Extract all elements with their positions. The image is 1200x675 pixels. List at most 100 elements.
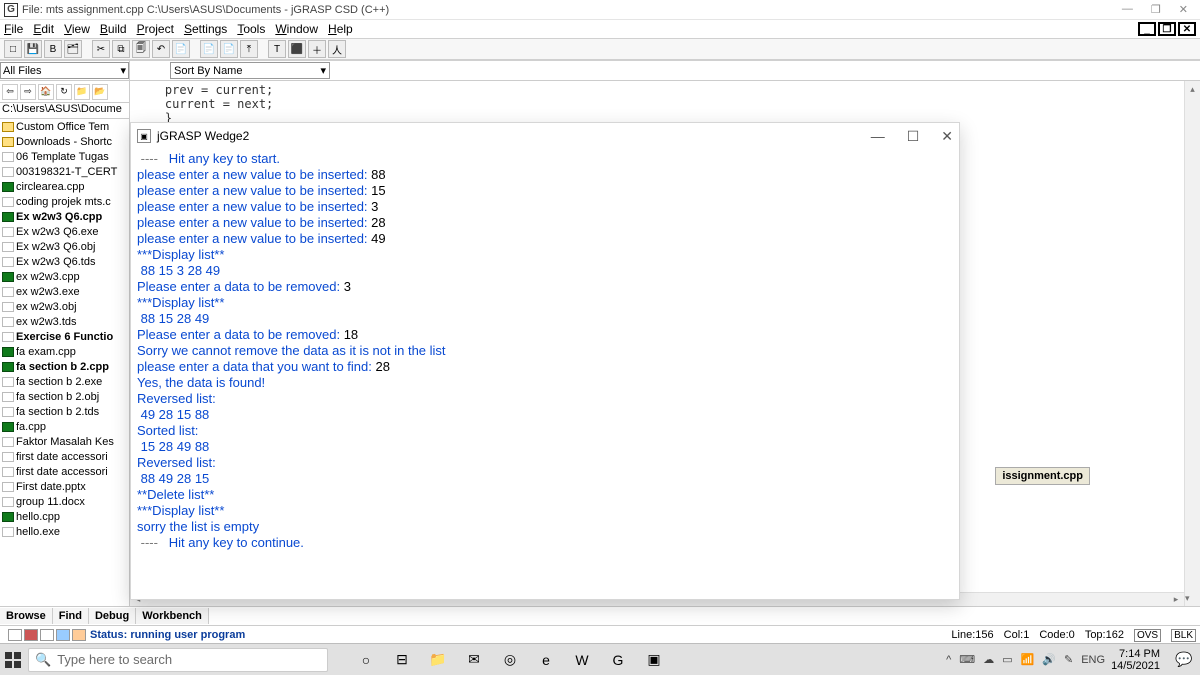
browse-nav-0[interactable]: ⇦ bbox=[2, 84, 18, 100]
menu-edit[interactable]: Edit bbox=[33, 22, 54, 36]
tree-item[interactable]: fa.cpp bbox=[0, 419, 129, 434]
tree-item[interactable]: fa section b 2.cpp bbox=[0, 359, 129, 374]
tree-item[interactable]: fa exam.cpp bbox=[0, 344, 129, 359]
tree-item[interactable]: fa section b 2.exe bbox=[0, 374, 129, 389]
browse-nav-4[interactable]: 📁 bbox=[74, 84, 90, 100]
editor-vscroll[interactable]: ▴▾ bbox=[1184, 81, 1200, 606]
file-tab[interactable]: issignment.cpp bbox=[995, 467, 1090, 485]
tree-item[interactable]: hello.exe bbox=[0, 524, 129, 539]
toolbar-button-15[interactable]: 人 bbox=[328, 40, 346, 58]
tree-item[interactable]: Exercise 6 Functio bbox=[0, 329, 129, 344]
tree-item[interactable]: group 11.docx bbox=[0, 494, 129, 509]
taskbar-app-7[interactable]: G bbox=[606, 648, 630, 672]
toolbar-button-0[interactable]: □ bbox=[4, 40, 22, 58]
minimize-button[interactable]: — bbox=[1122, 3, 1133, 16]
taskbar-app-0[interactable]: ○ bbox=[354, 648, 378, 672]
tree-item[interactable]: fa section b 2.obj bbox=[0, 389, 129, 404]
wedge-minimize[interactable]: — bbox=[871, 128, 885, 145]
sort-combo[interactable]: Sort By Name▾ bbox=[170, 62, 330, 79]
menu-project[interactable]: Project bbox=[137, 22, 174, 36]
file-tree[interactable]: Custom Office TemDownloads - Shortc06 Te… bbox=[0, 119, 129, 606]
tab-workbench[interactable]: Workbench bbox=[136, 608, 209, 624]
tree-item[interactable]: ex w2w3.cpp bbox=[0, 269, 129, 284]
tree-item[interactable]: Ex w2w3 Q6.cpp bbox=[0, 209, 129, 224]
taskbar-search[interactable]: 🔍 Type here to search bbox=[28, 648, 328, 672]
current-path[interactable]: C:\Users\ASUS\Docume bbox=[0, 103, 129, 119]
files-filter-combo[interactable]: All Files▾ bbox=[0, 62, 129, 79]
tree-item[interactable]: 06 Template Tugas bbox=[0, 149, 129, 164]
tray-icon-1[interactable]: ⌨ bbox=[959, 653, 975, 666]
wedge-maximize[interactable]: ☐ bbox=[907, 128, 920, 145]
mdi-minimize[interactable]: _ bbox=[1138, 22, 1156, 36]
close-button[interactable]: ✕ bbox=[1179, 3, 1188, 16]
system-tray[interactable]: ^ ⌨ ☁ ▭ 📶 🔊 ✎ ENG bbox=[946, 653, 1105, 666]
maximize-button[interactable]: ❐ bbox=[1151, 3, 1161, 16]
toolbar-button-6[interactable]: 🗐 bbox=[132, 40, 150, 58]
tray-icon-2[interactable]: ☁ bbox=[983, 653, 994, 666]
browse-nav-1[interactable]: ⇨ bbox=[20, 84, 36, 100]
menu-file[interactable]: FFileile bbox=[4, 22, 23, 36]
tray-icon-6[interactable]: ✎ bbox=[1064, 653, 1073, 666]
notifications-icon[interactable]: 💬 bbox=[1172, 648, 1196, 672]
taskbar-app-5[interactable]: e bbox=[534, 648, 558, 672]
toolbar-button-12[interactable]: T bbox=[268, 40, 286, 58]
tree-item[interactable]: ex w2w3.tds bbox=[0, 314, 129, 329]
taskbar-app-4[interactable]: ◎ bbox=[498, 648, 522, 672]
tree-item[interactable]: First date.pptx bbox=[0, 479, 129, 494]
tree-item[interactable]: Downloads - Shortc bbox=[0, 134, 129, 149]
tray-icon-3[interactable]: ▭ bbox=[1002, 653, 1012, 666]
tab-browse[interactable]: Browse bbox=[0, 608, 53, 624]
toolbar-button-3[interactable]: 🗂 bbox=[64, 40, 82, 58]
taskbar-app-3[interactable]: ✉ bbox=[462, 648, 486, 672]
tray-icon-7[interactable]: ENG bbox=[1081, 654, 1105, 666]
tree-item[interactable]: first date accessori bbox=[0, 449, 129, 464]
tree-item[interactable]: circlearea.cpp bbox=[0, 179, 129, 194]
toolbar-button-13[interactable]: ⬛ bbox=[288, 40, 306, 58]
wedge-output[interactable]: ---- Hit any key to start.please enter a… bbox=[131, 149, 959, 599]
toolbar-button-11[interactable]: ⤒ bbox=[240, 40, 258, 58]
tree-item[interactable]: Custom Office Tem bbox=[0, 119, 129, 134]
tree-item[interactable]: coding projek mts.c bbox=[0, 194, 129, 209]
taskbar-app-6[interactable]: W bbox=[570, 648, 594, 672]
toolbar-button-5[interactable]: ⧉ bbox=[112, 40, 130, 58]
toolbar-button-1[interactable]: 💾 bbox=[24, 40, 42, 58]
wedge-window[interactable]: ▣ jGRASP Wedge2 — ☐ ✕ ---- Hit any key t… bbox=[130, 122, 960, 600]
mdi-close[interactable]: ✕ bbox=[1178, 22, 1196, 36]
code-editor[interactable]: prev = current; current = next; } bbox=[130, 81, 1200, 127]
menu-window[interactable]: Window bbox=[275, 22, 318, 36]
tree-item[interactable]: fa section b 2.tds bbox=[0, 404, 129, 419]
taskbar-app-2[interactable]: 📁 bbox=[426, 648, 450, 672]
browse-nav-3[interactable]: ↻ bbox=[56, 84, 72, 100]
tab-debug[interactable]: Debug bbox=[89, 608, 136, 624]
tree-item[interactable]: hello.cpp bbox=[0, 509, 129, 524]
taskbar-app-1[interactable]: ⊟ bbox=[390, 648, 414, 672]
tree-item[interactable]: Ex w2w3 Q6.obj bbox=[0, 239, 129, 254]
wedge-close[interactable]: ✕ bbox=[941, 128, 953, 145]
toolbar-button-14[interactable]: ＋ bbox=[308, 40, 326, 58]
menu-help[interactable]: Help bbox=[328, 22, 353, 36]
browse-nav-5[interactable]: 📂 bbox=[92, 84, 108, 100]
toolbar-button-10[interactable]: 📄 bbox=[220, 40, 238, 58]
tab-find[interactable]: Find bbox=[53, 608, 89, 624]
taskbar-app-8[interactable]: ▣ bbox=[642, 648, 666, 672]
toolbar-button-8[interactable]: 📄 bbox=[172, 40, 190, 58]
tray-icon-5[interactable]: 🔊 bbox=[1042, 653, 1056, 666]
taskbar-clock[interactable]: 7:14 PM 14/5/2021 bbox=[1111, 648, 1166, 672]
menu-build[interactable]: Build bbox=[100, 22, 127, 36]
menu-settings[interactable]: Settings bbox=[184, 22, 227, 36]
menu-tools[interactable]: Tools bbox=[237, 22, 265, 36]
start-button[interactable] bbox=[4, 651, 22, 669]
tree-item[interactable]: first date accessori bbox=[0, 464, 129, 479]
browse-nav-2[interactable]: 🏠 bbox=[38, 84, 54, 100]
tray-icon-0[interactable]: ^ bbox=[946, 654, 951, 666]
menu-view[interactable]: View bbox=[64, 22, 90, 36]
tree-item[interactable]: ex w2w3.exe bbox=[0, 284, 129, 299]
toolbar-button-9[interactable]: 📄 bbox=[200, 40, 218, 58]
tree-item[interactable]: Ex w2w3 Q6.tds bbox=[0, 254, 129, 269]
tree-item[interactable]: Faktor Masalah Kes bbox=[0, 434, 129, 449]
tree-item[interactable]: Ex w2w3 Q6.exe bbox=[0, 224, 129, 239]
toolbar-button-2[interactable]: B bbox=[44, 40, 62, 58]
tray-icon-4[interactable]: 📶 bbox=[1021, 653, 1035, 666]
mdi-restore[interactable]: ❐ bbox=[1158, 22, 1176, 36]
tree-item[interactable]: 003198321-T_CERT bbox=[0, 164, 129, 179]
